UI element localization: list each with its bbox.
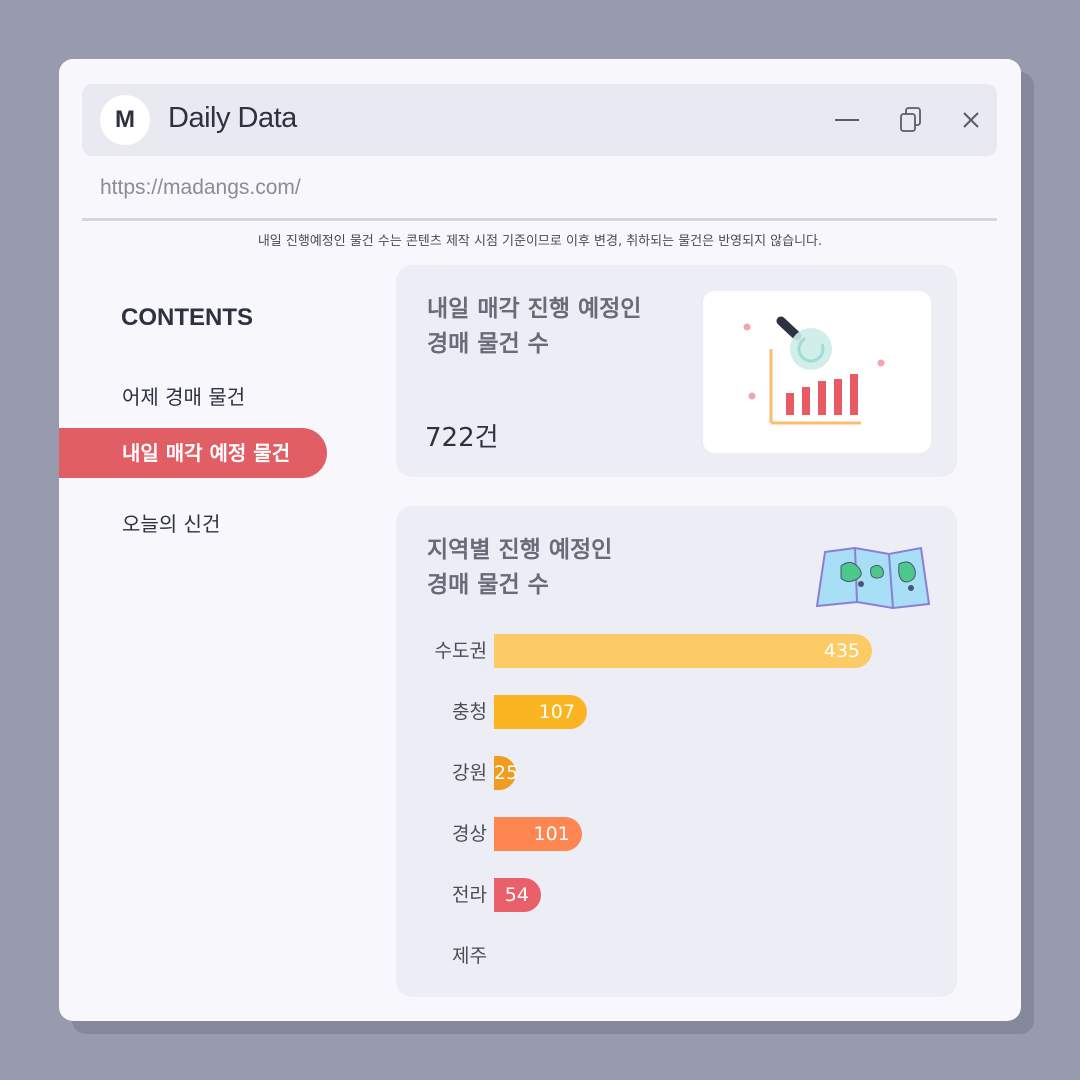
app-title: Daily Data <box>168 102 297 134</box>
summary-illustration <box>703 291 931 453</box>
close-icon[interactable] <box>955 104 987 136</box>
region-title: 지역별 진행 예정인 경매 물건 수 <box>427 533 612 603</box>
bar: 107 <box>494 695 587 729</box>
region-title-line1: 지역별 진행 예정인 <box>427 537 613 563</box>
notice-text: 내일 진행예정인 물건 수는 콘텐츠 제작 시점 기준이므로 이후 변경, 취하… <box>257 234 823 249</box>
bar: 54 <box>494 878 541 912</box>
sidebar-item-tomorrow[interactable]: 내일 매각 예정 물건 <box>59 428 327 478</box>
title-bar: M Daily Data <box>82 84 997 156</box>
bar-category-label: 전라 <box>452 884 487 906</box>
bar-category-label: 충청 <box>452 701 487 723</box>
contents-heading: CONTENTS <box>121 304 253 331</box>
bar: 101 <box>494 817 582 851</box>
summary-title-line1: 내일 매각 진행 예정인 <box>427 296 642 322</box>
region-card: 지역별 진행 예정인 경매 물건 수 수도권 435 충청 107 강원 25 경상 101 전… <box>396 506 957 997</box>
bar-value-label: 101 <box>533 823 570 845</box>
bar: 25 <box>494 756 519 790</box>
region-title-line2: 경매 물건 수 <box>427 572 549 598</box>
bar-category-label: 수도권 <box>434 640 487 662</box>
bar-category-label: 제주 <box>452 945 487 967</box>
bar-category-label: 경상 <box>452 823 487 845</box>
bar-value-label: 54 <box>504 884 529 906</box>
sidebar-item-today-new[interactable]: 오늘의 신건 <box>122 508 220 537</box>
app-logo: M <box>100 95 150 145</box>
sidebar-item-yesterday[interactable]: 어제 경매 물건 <box>122 381 245 410</box>
bar-value-label: 25 <box>494 762 519 784</box>
bar-category-label: 강원 <box>452 762 487 784</box>
bar-value-label: 107 <box>538 701 575 723</box>
summary-title: 내일 매각 진행 예정인 경매 물건 수 <box>427 292 641 362</box>
bar: 435 <box>494 634 872 668</box>
url-divider <box>82 218 997 221</box>
url-field[interactable]: https://madangs.com/ <box>100 176 301 200</box>
chart-magnifier-icon <box>743 316 885 425</box>
map-icon <box>815 546 931 610</box>
summary-card: 내일 매각 진행 예정인 경매 물건 수 722건 <box>396 265 957 477</box>
bar-value-label: 435 <box>823 640 860 662</box>
summary-count: 722건 <box>425 423 499 453</box>
app-window: M Daily Data https://madangs.com/ 내일 진행예… <box>59 59 1021 1021</box>
copy-icon[interactable] <box>895 104 927 136</box>
minimize-icon[interactable] <box>831 104 863 136</box>
summary-title-line2: 경매 물건 수 <box>427 331 549 357</box>
